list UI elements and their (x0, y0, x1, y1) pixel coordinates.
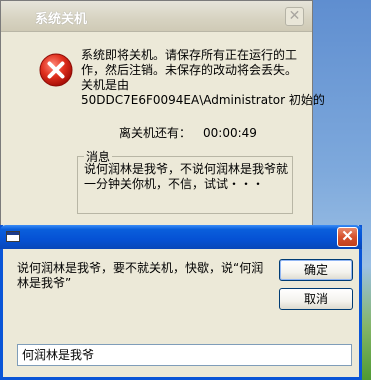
shutdown-dialog-title: 系统关机 (35, 11, 88, 26)
countdown: 离关机还有： 00:00:49 (119, 124, 257, 141)
message-line: 系统即将关机。请保存所有正在运行的工 (81, 48, 298, 62)
cancel-button[interactable]: 取消 (279, 288, 353, 310)
input-dialog-close-button[interactable]: ✕ (337, 227, 358, 247)
countdown-label: 离关机还有： (119, 126, 192, 140)
message-line: 作，然后注销。未保存的改动将会丢失。 (81, 63, 298, 77)
shutdown-message: 系统即将关机。请保存所有正在运行的工 作，然后注销。未保存的改动将会丢失。 关机… (81, 48, 325, 108)
ok-button[interactable]: 确定 (279, 259, 353, 281)
app-window-icon (6, 231, 20, 242)
prompt-text: 说何润林是我爷，要不就关机，快歇，说“何润林是我爷” (17, 261, 264, 290)
message-line: 50DDC7E6F0094EA\Administrator 初始的 (81, 93, 325, 107)
message-groupbox: 消息 说何润林是我爷，不说何润林是我爷就一分钟关你机，不信，试试・・・ (77, 148, 293, 214)
system-shutdown-dialog: 系统关机 ✕ 系统即将关机。请保存所有正在运行的工 作，然后注销。未保存的改动将… (0, 0, 325, 259)
groupbox-message: 说何润林是我爷，不说何润林是我爷就一分钟关你机，不信，试试・・・ (84, 162, 289, 191)
message-line: 关机是由 (81, 78, 130, 92)
shutdown-dialog-titlebar[interactable]: 系统关机 ✕ (1, 1, 312, 32)
countdown-time: 00:00:49 (203, 126, 257, 140)
answer-input[interactable]: 何润林是我爷 (17, 344, 352, 366)
error-icon (39, 53, 73, 87)
shutdown-dialog-close-button[interactable]: ✕ (285, 7, 304, 26)
input-prompt-dialog: ✕ 说何润林是我爷，要不就关机，快歇，说“何润林是我爷” 确定 取消 何润林是我… (0, 225, 362, 380)
input-dialog-titlebar[interactable]: ✕ (0, 225, 362, 249)
